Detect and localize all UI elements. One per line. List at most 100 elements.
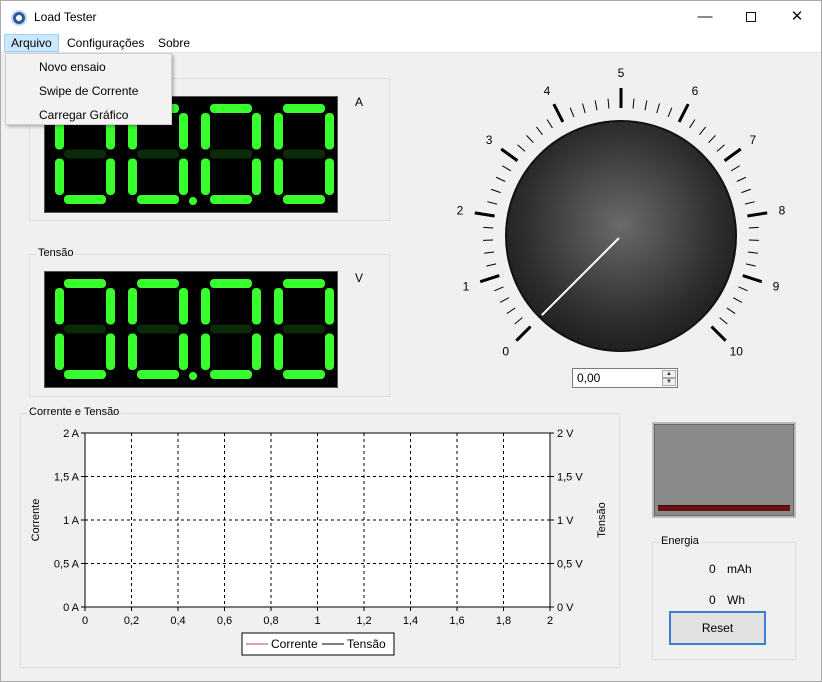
segment-d bbox=[64, 370, 106, 379]
maximize-icon bbox=[746, 12, 756, 23]
knob-minor-tick bbox=[719, 317, 728, 325]
knob-major-tick bbox=[747, 211, 768, 218]
voltage-display bbox=[44, 271, 338, 388]
x-tick-label: 0,8 bbox=[263, 615, 278, 627]
segment-e bbox=[274, 333, 283, 370]
mah-value: 0 bbox=[709, 562, 716, 576]
knob-body[interactable] bbox=[505, 120, 737, 352]
y-right-tick-label: 1 V bbox=[557, 515, 574, 527]
x-tick-label: 1,4 bbox=[403, 615, 418, 627]
x-tick-label: 1,8 bbox=[496, 615, 511, 627]
legend-label: Tensão bbox=[347, 637, 386, 651]
knob-major-tick bbox=[677, 103, 690, 123]
knob-major-tick bbox=[500, 147, 519, 162]
segment-d bbox=[210, 195, 252, 204]
segment-b bbox=[325, 288, 334, 325]
knob-scale-label: 5 bbox=[618, 66, 625, 80]
y-right-axis-label: Tensão bbox=[596, 502, 608, 537]
menu-arquivo[interactable]: Arquivo bbox=[4, 34, 59, 52]
knob-minor-tick bbox=[506, 307, 516, 314]
segment-a bbox=[64, 279, 106, 288]
segment-b bbox=[179, 113, 188, 150]
menu-novo-ensaio[interactable]: Novo ensaio bbox=[6, 56, 171, 78]
voltage-group-label: Tensão bbox=[36, 247, 76, 259]
y-left-tick-label: 1,5 A bbox=[54, 472, 80, 484]
segment-e bbox=[201, 158, 210, 195]
close-button[interactable]: ✕ bbox=[774, 1, 820, 33]
y-right-tick-label: 2 V bbox=[557, 428, 574, 440]
y-left-axis-label: Corrente bbox=[30, 499, 42, 542]
segment-b bbox=[106, 288, 115, 325]
knob-major-tick bbox=[710, 325, 727, 342]
y-right-tick-label: 1,5 V bbox=[557, 472, 583, 484]
knob-minor-tick bbox=[495, 176, 506, 182]
knob-scale-label: 1 bbox=[463, 279, 470, 293]
segment-e bbox=[274, 158, 283, 195]
segment-c bbox=[325, 158, 334, 195]
segment-c bbox=[179, 158, 188, 195]
knob-dial[interactable]: 0 1 2 3 4 5 6 7 8 9 10 bbox=[441, 61, 801, 391]
knob-minor-tick bbox=[607, 98, 610, 109]
knob-scale-label: 4 bbox=[544, 84, 551, 98]
y-left-tick-label: 0 A bbox=[63, 602, 80, 614]
knob-minor-tick bbox=[730, 165, 741, 172]
title-bar[interactable]: Load Tester — ✕ bbox=[1, 1, 821, 33]
voltage-unit: V bbox=[355, 271, 364, 285]
knob-minor-tick bbox=[708, 135, 716, 144]
status-indicator-bar bbox=[658, 505, 790, 511]
knob-major-tick bbox=[515, 325, 532, 342]
current-knob[interactable]: 0 1 2 3 4 5 6 7 8 9 10 bbox=[441, 61, 801, 391]
knob-minor-tick bbox=[716, 144, 725, 152]
knob-scale-label: 8 bbox=[779, 204, 786, 218]
knob-major-tick bbox=[479, 274, 500, 284]
segment-d bbox=[137, 195, 179, 204]
knob-minor-tick bbox=[667, 107, 673, 118]
maximize-button[interactable] bbox=[728, 1, 774, 33]
knob-minor-tick bbox=[494, 286, 504, 292]
x-tick-label: 2 bbox=[547, 615, 553, 627]
knob-scale-label: 10 bbox=[730, 344, 744, 358]
segment-d bbox=[210, 370, 252, 379]
knob-value-spinbox[interactable]: 0,00 ▲ ▼ bbox=[572, 368, 678, 388]
app-window: Load Tester — ✕ Arquivo Configurações So… bbox=[0, 0, 822, 682]
segment-a bbox=[283, 104, 325, 113]
voltage-current-chart: 0 0,2 0,4 0,6 0,8 1 1,2 1,4 1,6 1,8 2 0 A 0 V 0,5 A 0,… bbox=[23, 423, 613, 663]
reset-button[interactable]: Reset bbox=[669, 611, 766, 645]
y-right-tick-label: 0 V bbox=[557, 602, 574, 614]
y-left-tick-label: 0,5 A bbox=[54, 559, 80, 571]
knob-minor-tick bbox=[501, 165, 512, 172]
minimize-button[interactable]: — bbox=[682, 1, 728, 33]
wh-unit: Wh bbox=[727, 593, 745, 607]
knob-minor-tick bbox=[738, 286, 748, 292]
segment-e bbox=[55, 333, 64, 370]
knob-major-tick bbox=[723, 147, 742, 162]
menu-carregar-grafico[interactable]: Carregar Gráfico bbox=[6, 104, 171, 126]
segment-g bbox=[137, 324, 179, 334]
knob-minor-tick bbox=[490, 188, 501, 194]
arquivo-dropdown: Novo ensaio Swipe de Corrente Carregar G… bbox=[5, 53, 172, 125]
segment-a bbox=[210, 104, 252, 113]
segment-c bbox=[252, 333, 261, 370]
knob-major-tick bbox=[742, 274, 763, 284]
knob-scale-label: 0 bbox=[502, 344, 509, 358]
spin-up-button[interactable]: ▲ bbox=[662, 370, 676, 378]
segment-d bbox=[64, 195, 106, 204]
segment-c bbox=[106, 333, 115, 370]
segment-g bbox=[210, 324, 252, 334]
menu-swipe-de-corrente[interactable]: Swipe de Corrente bbox=[6, 80, 171, 102]
segment-g bbox=[210, 149, 252, 159]
knob-minor-tick bbox=[748, 226, 759, 229]
x-tick-label: 0,4 bbox=[170, 615, 185, 627]
segment-e bbox=[128, 333, 137, 370]
mah-unit: mAh bbox=[727, 562, 752, 576]
knob-scale-label: 7 bbox=[750, 133, 757, 147]
knob-minor-tick bbox=[546, 119, 553, 129]
spin-down-button[interactable]: ▼ bbox=[662, 378, 676, 386]
menu-configuracoes[interactable]: Configurações bbox=[61, 34, 150, 52]
segment-g bbox=[283, 149, 325, 159]
knob-minor-tick bbox=[726, 307, 736, 314]
menu-sobre[interactable]: Sobre bbox=[152, 34, 196, 52]
y-right-tick-label: 0,5 V bbox=[557, 559, 583, 571]
segment-c bbox=[325, 333, 334, 370]
spin-value-text: 0,00 bbox=[577, 371, 601, 385]
